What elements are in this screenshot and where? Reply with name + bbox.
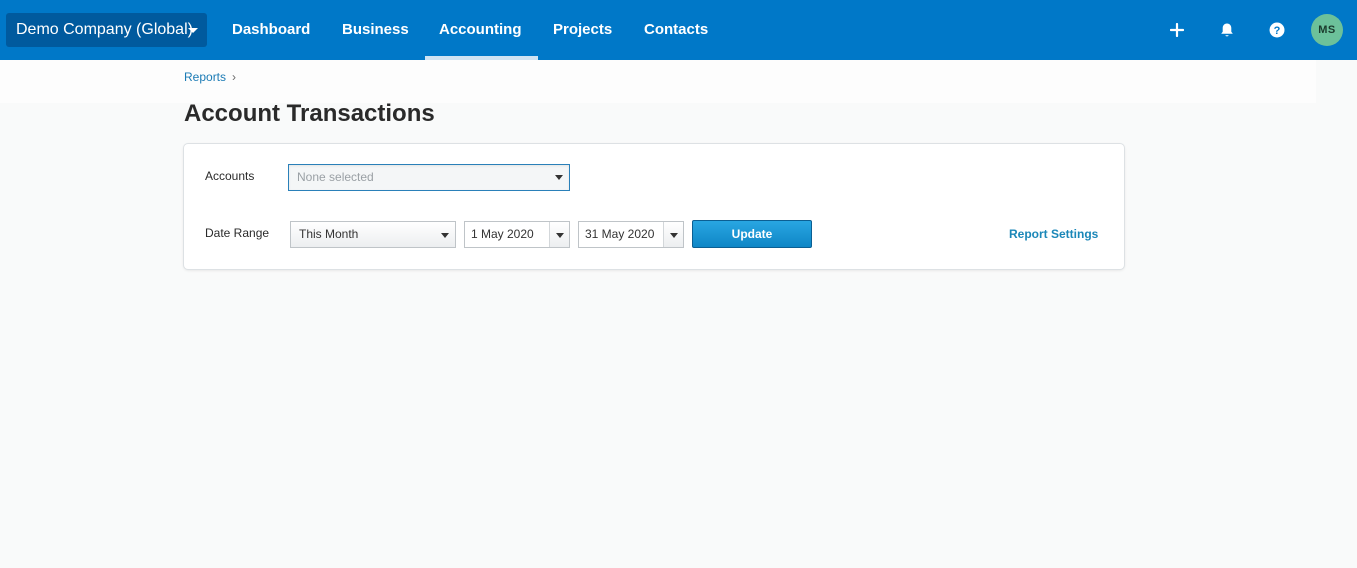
accounts-placeholder: None selected — [297, 170, 374, 184]
nav-business[interactable]: Business — [342, 0, 409, 60]
help-icon[interactable]: ? — [1266, 19, 1288, 41]
bell-icon[interactable] — [1216, 19, 1238, 41]
user-avatar[interactable]: MS — [1311, 14, 1343, 46]
nav-projects[interactable]: Projects — [553, 0, 612, 60]
nav-accounting[interactable]: Accounting — [425, 0, 537, 60]
organization-name: Demo Company (Global) — [16, 21, 193, 38]
breadcrumb: Reports › — [184, 70, 236, 84]
report-filter-panel: Accounts None selected Date Range This M… — [184, 144, 1124, 269]
accounts-select[interactable]: None selected — [288, 164, 570, 191]
top-navigation-bar: Demo Company (Global) Dashboard Business… — [0, 0, 1357, 60]
date-range-label: Date Range — [205, 226, 270, 240]
report-settings-link[interactable]: Report Settings — [1009, 227, 1098, 241]
svg-text:?: ? — [1274, 25, 1281, 37]
to-date-dropdown-button[interactable] — [663, 222, 683, 247]
from-date-dropdown-button[interactable] — [549, 222, 569, 247]
to-date-value: 31 May 2020 — [585, 227, 655, 241]
page-title: Account Transactions — [184, 100, 435, 127]
nav-contacts[interactable]: Contacts — [644, 0, 708, 60]
chevron-down-icon — [556, 233, 564, 238]
date-range-select[interactable]: This Month — [290, 221, 456, 248]
plus-icon[interactable] — [1166, 19, 1188, 41]
chevron-down-icon — [670, 233, 678, 238]
breadcrumb-separator: › — [232, 70, 237, 84]
nav-dashboard[interactable]: Dashboard — [232, 0, 310, 60]
chevron-down-icon — [555, 175, 563, 180]
accounts-label: Accounts — [205, 169, 255, 183]
to-date-field[interactable]: 31 May 2020 — [578, 221, 684, 248]
organization-switcher[interactable]: Demo Company (Global) — [6, 13, 207, 47]
chevron-down-icon — [188, 28, 198, 33]
from-date-field[interactable]: 1 May 2020 — [464, 221, 570, 248]
date-range-value: This Month — [299, 227, 359, 241]
chevron-down-icon — [441, 233, 449, 238]
from-date-value: 1 May 2020 — [471, 227, 534, 241]
update-button[interactable]: Update — [692, 220, 812, 248]
breadcrumb-reports-link[interactable]: Reports — [184, 70, 226, 84]
